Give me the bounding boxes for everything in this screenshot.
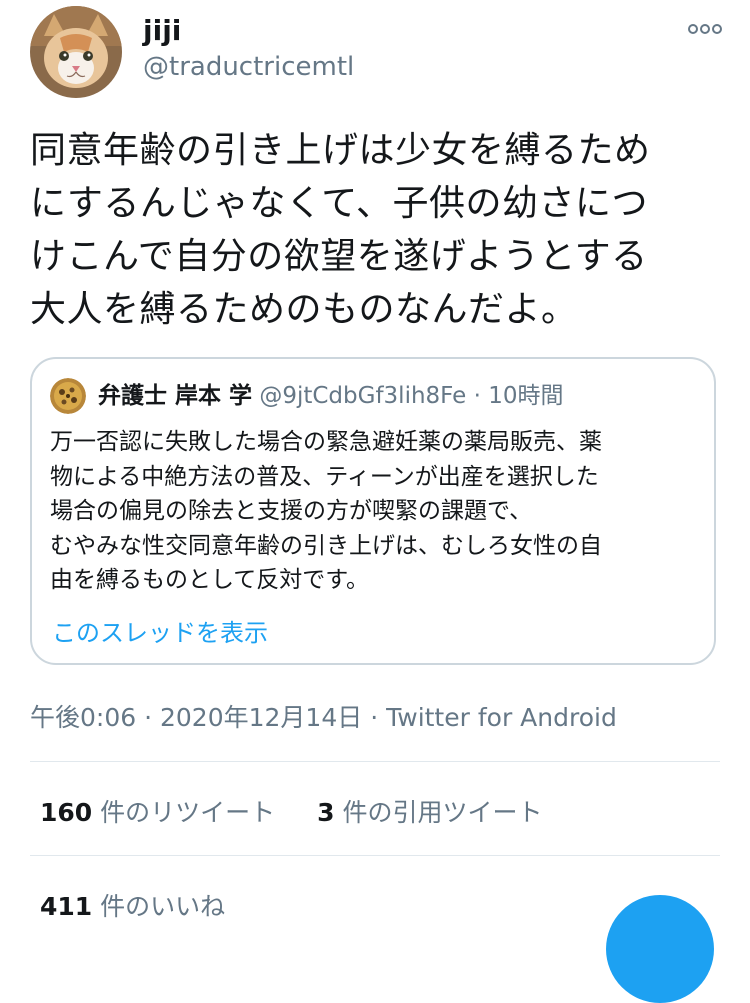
quoted-author-name: 弁護士 岸本 学 [98, 383, 253, 409]
likes-label: 件のいいね [100, 892, 226, 921]
quote-tweets-count: 3 [317, 798, 335, 827]
author-avatar[interactable] [30, 6, 122, 98]
more-dots-icon[interactable] [685, 16, 725, 42]
tweet-metadata: 午後0:06 · 2020年12月14日 · Twitter for Andro… [30, 698, 617, 734]
quoted-separator: · [473, 383, 481, 409]
retweets-count: 160 [40, 798, 93, 827]
tweet-text: 同意年齢の引き上げは少女を縛るため にするんじゃなくて、子供の幼さにつ けこんで… [30, 130, 651, 330]
likes-stat[interactable]: 411 件のいいね [40, 887, 225, 923]
tweet-source[interactable]: Twitter for Android [386, 703, 617, 732]
tweet-header: jiji @traductricemtl [30, 6, 730, 98]
quoted-tweet-text: 万一否認に失敗した場合の緊急避妊薬の薬局販売、薬 物による中絶方法の普及、ティー… [50, 429, 602, 593]
divider [30, 761, 720, 762]
engagement-stats-row: 160 件のリツイート 3 件の引用ツイート [40, 793, 542, 829]
quote-tweets-stat[interactable]: 3 件の引用ツイート [317, 793, 542, 829]
likes-stats-row: 411 件のいいね [40, 887, 225, 923]
tweet-date[interactable]: 2020年12月14日 [160, 703, 362, 732]
quoted-tweet-header: 弁護士 岸本 学 @9jtCdbGf3lih8Fe · 10時間 [98, 379, 564, 413]
author-handle[interactable]: @traductricemtl [143, 52, 354, 82]
show-thread-link[interactable]: このスレッドを表示 [52, 613, 268, 648]
quoted-author-avatar [50, 378, 86, 414]
quoted-tweet-card[interactable]: 弁護士 岸本 学 @9jtCdbGf3lih8Fe · 10時間 万一否認に失敗… [30, 357, 716, 665]
compose-button[interactable] [606, 895, 714, 1003]
likes-count: 411 [40, 892, 93, 921]
tweet-time[interactable]: 午後0:06 [30, 703, 136, 732]
divider [30, 855, 720, 856]
quoted-author-handle: @9jtCdbGf3lih8Fe [259, 383, 467, 409]
quote-tweets-label: 件の引用ツイート [342, 798, 543, 827]
quoted-timestamp: 10時間 [488, 383, 564, 409]
meta-separator: · [144, 703, 153, 732]
meta-separator: · [370, 703, 379, 732]
retweets-label: 件のリツイート [100, 798, 276, 827]
author-display-name[interactable]: jiji [143, 14, 181, 47]
retweets-stat[interactable]: 160 件のリツイート [40, 793, 275, 829]
